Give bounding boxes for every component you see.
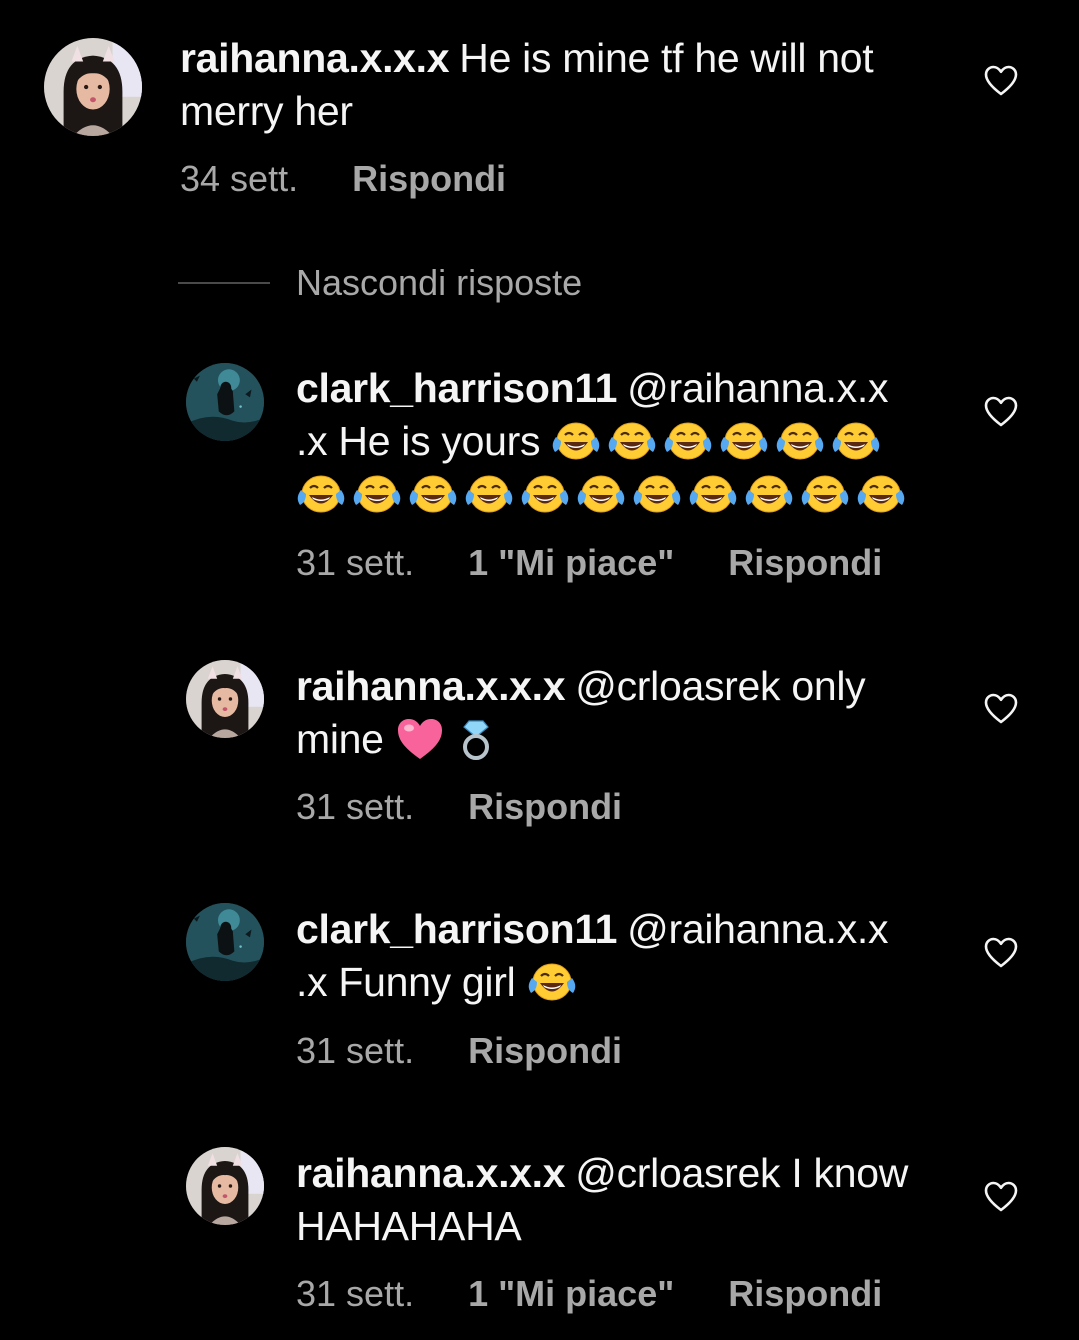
reply-time: 31 sett. [296, 786, 415, 827]
reply-line-2: mine [296, 716, 384, 762]
like-heart-icon[interactable] [984, 396, 1018, 428]
reply-line-1-suffix: only [791, 663, 866, 709]
avatar[interactable] [44, 38, 142, 136]
face-with-tears-of-joy-icon [607, 419, 657, 463]
emoji-row-1 [551, 415, 887, 468]
avatar[interactable] [186, 903, 264, 981]
avatar[interactable] [186, 363, 264, 441]
reply-text: clark_harrison11 @raihanna.x.x .x He is y… [296, 362, 956, 521]
comment-username[interactable]: raihanna.x.x.x [180, 35, 450, 81]
reply-meta: 31 sett. Rispondi [296, 786, 622, 828]
reply-meta: 31 sett. Rispondi [296, 1030, 622, 1072]
face-with-tears-of-joy-icon [408, 472, 458, 516]
reply-button[interactable]: Rispondi [728, 1273, 882, 1315]
comment-text: raihanna.x.x.x He is mine tf he will not … [180, 32, 960, 138]
reply-line-2: HAHAHAHA [296, 1203, 522, 1249]
likes-count[interactable]: 1 "Mi piace" [468, 542, 674, 584]
profile-photo-girl-icon [186, 1147, 264, 1225]
hide-replies-toggle[interactable]: Nascondi risposte [178, 258, 582, 308]
reply-username[interactable]: clark_harrison11 [296, 365, 617, 411]
face-with-tears-of-joy-icon [663, 419, 713, 463]
reply-line-2: .x He is yours [296, 418, 541, 464]
face-with-tears-of-joy-icon [744, 472, 794, 516]
profile-photo-dark-scene-icon [186, 363, 264, 441]
like-heart-icon[interactable] [984, 693, 1018, 725]
reply-line-2: .x Funny girl [296, 959, 516, 1005]
reply-mention[interactable]: @raihanna.x.x [627, 906, 888, 952]
reply-username[interactable]: clark_harrison11 [296, 906, 617, 952]
avatar[interactable] [186, 660, 264, 738]
hide-replies-label[interactable]: Nascondi risposte [296, 262, 582, 304]
comment-meta: 34 sett. Rispondi [180, 158, 506, 200]
face-with-tears-of-joy-icon [352, 472, 402, 516]
face-with-tears-of-joy-icon [576, 472, 626, 516]
face-with-tears-of-joy-icon [800, 472, 850, 516]
profile-photo-dark-scene-icon [186, 903, 264, 981]
reply-button[interactable]: Rispondi [728, 542, 882, 584]
ring-icon [451, 717, 501, 761]
face-with-tears-of-joy-icon [688, 472, 738, 516]
profile-photo-girl-icon [186, 660, 264, 738]
comment-line-1: He is mine tf he will not [459, 35, 874, 81]
reply-time: 31 sett. [296, 542, 415, 583]
face-with-tears-of-joy-icon [719, 419, 769, 463]
reply-time: 31 sett. [296, 1030, 415, 1071]
profile-photo-girl-icon [44, 38, 142, 136]
face-with-tears-of-joy-icon [296, 472, 346, 516]
face-with-tears-of-joy-icon [520, 472, 570, 516]
face-with-tears-of-joy-icon [464, 472, 514, 516]
face-with-tears-of-joy-icon [856, 472, 906, 516]
comment-time: 34 sett. [180, 158, 299, 199]
reply-username[interactable]: raihanna.x.x.x [296, 663, 566, 709]
face-with-tears-of-joy-icon [831, 419, 881, 463]
reply-text: raihanna.x.x.x @crloasrek only mine [296, 660, 956, 766]
reply-button[interactable]: Rispondi [468, 786, 622, 828]
face-with-tears-of-joy-icon [551, 419, 601, 463]
avatar[interactable] [186, 1147, 264, 1225]
like-heart-icon[interactable] [984, 65, 1018, 97]
face-with-tears-of-joy-icon [632, 472, 682, 516]
reply-time: 31 sett. [296, 1273, 415, 1314]
divider-line [178, 282, 270, 284]
reply-mention[interactable]: @raihanna.x.x [627, 365, 888, 411]
reply-mention[interactable]: @crloasrek [575, 1150, 780, 1196]
reply-button[interactable]: Rispondi [352, 158, 506, 200]
reply-button[interactable]: Rispondi [468, 1030, 622, 1072]
comment-line-2: merry her [180, 88, 353, 134]
like-heart-icon[interactable] [984, 1181, 1018, 1213]
pink-heart-icon [395, 717, 445, 761]
reply-mention[interactable]: @crloasrek [575, 663, 780, 709]
likes-count[interactable]: 1 "Mi piace" [468, 1273, 674, 1315]
face-with-tears-of-joy-icon [527, 960, 577, 1004]
reply-username[interactable]: raihanna.x.x.x [296, 1150, 566, 1196]
reply-text: clark_harrison11 @raihanna.x.x .x Funny g… [296, 903, 956, 1009]
reply-text: raihanna.x.x.x @crloasrek I know HAHAHAHA [296, 1147, 976, 1253]
reply-meta: 31 sett. 1 "Mi piace" Rispondi [296, 1273, 882, 1315]
emoji-row-2 [296, 468, 912, 521]
reply-meta: 31 sett. 1 "Mi piace" Rispondi [296, 542, 882, 584]
face-with-tears-of-joy-icon [775, 419, 825, 463]
reply-line-1-suffix: I know [791, 1150, 909, 1196]
like-heart-icon[interactable] [984, 937, 1018, 969]
